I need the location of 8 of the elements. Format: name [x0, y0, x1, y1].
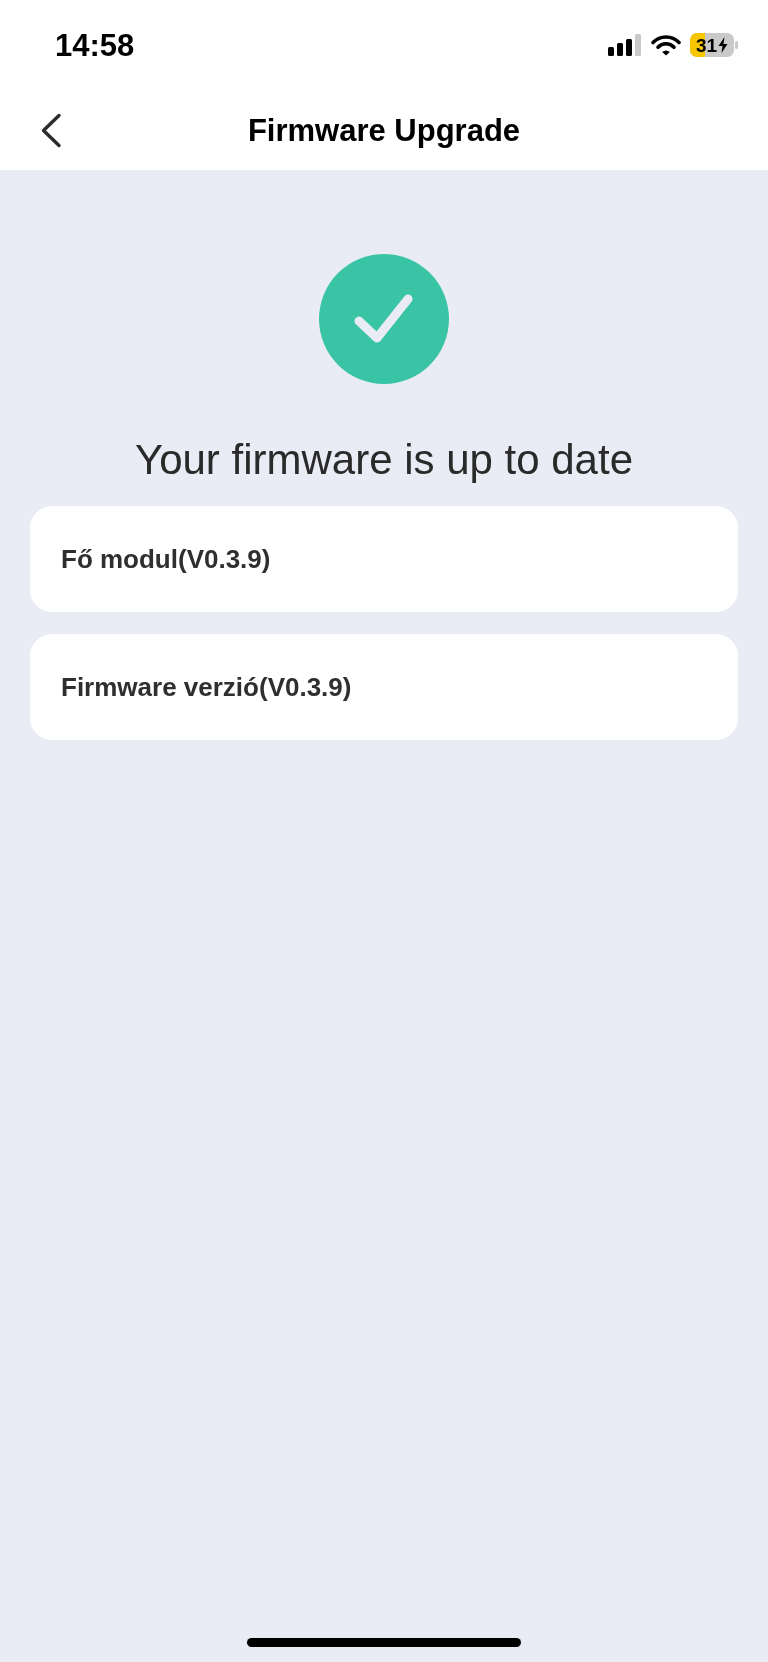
status-time: 14:58	[55, 29, 135, 61]
module-version-label: Firmware verzió(V0.3.9)	[61, 674, 352, 700]
wifi-icon	[651, 34, 681, 56]
module-version-label: Fő modul(V0.3.9)	[61, 546, 271, 572]
page-title: Firmware Upgrade	[247, 114, 521, 146]
chevron-left-icon	[40, 112, 62, 148]
signal-icon	[608, 34, 642, 56]
status-message: Your firmware is up to date	[134, 436, 633, 484]
